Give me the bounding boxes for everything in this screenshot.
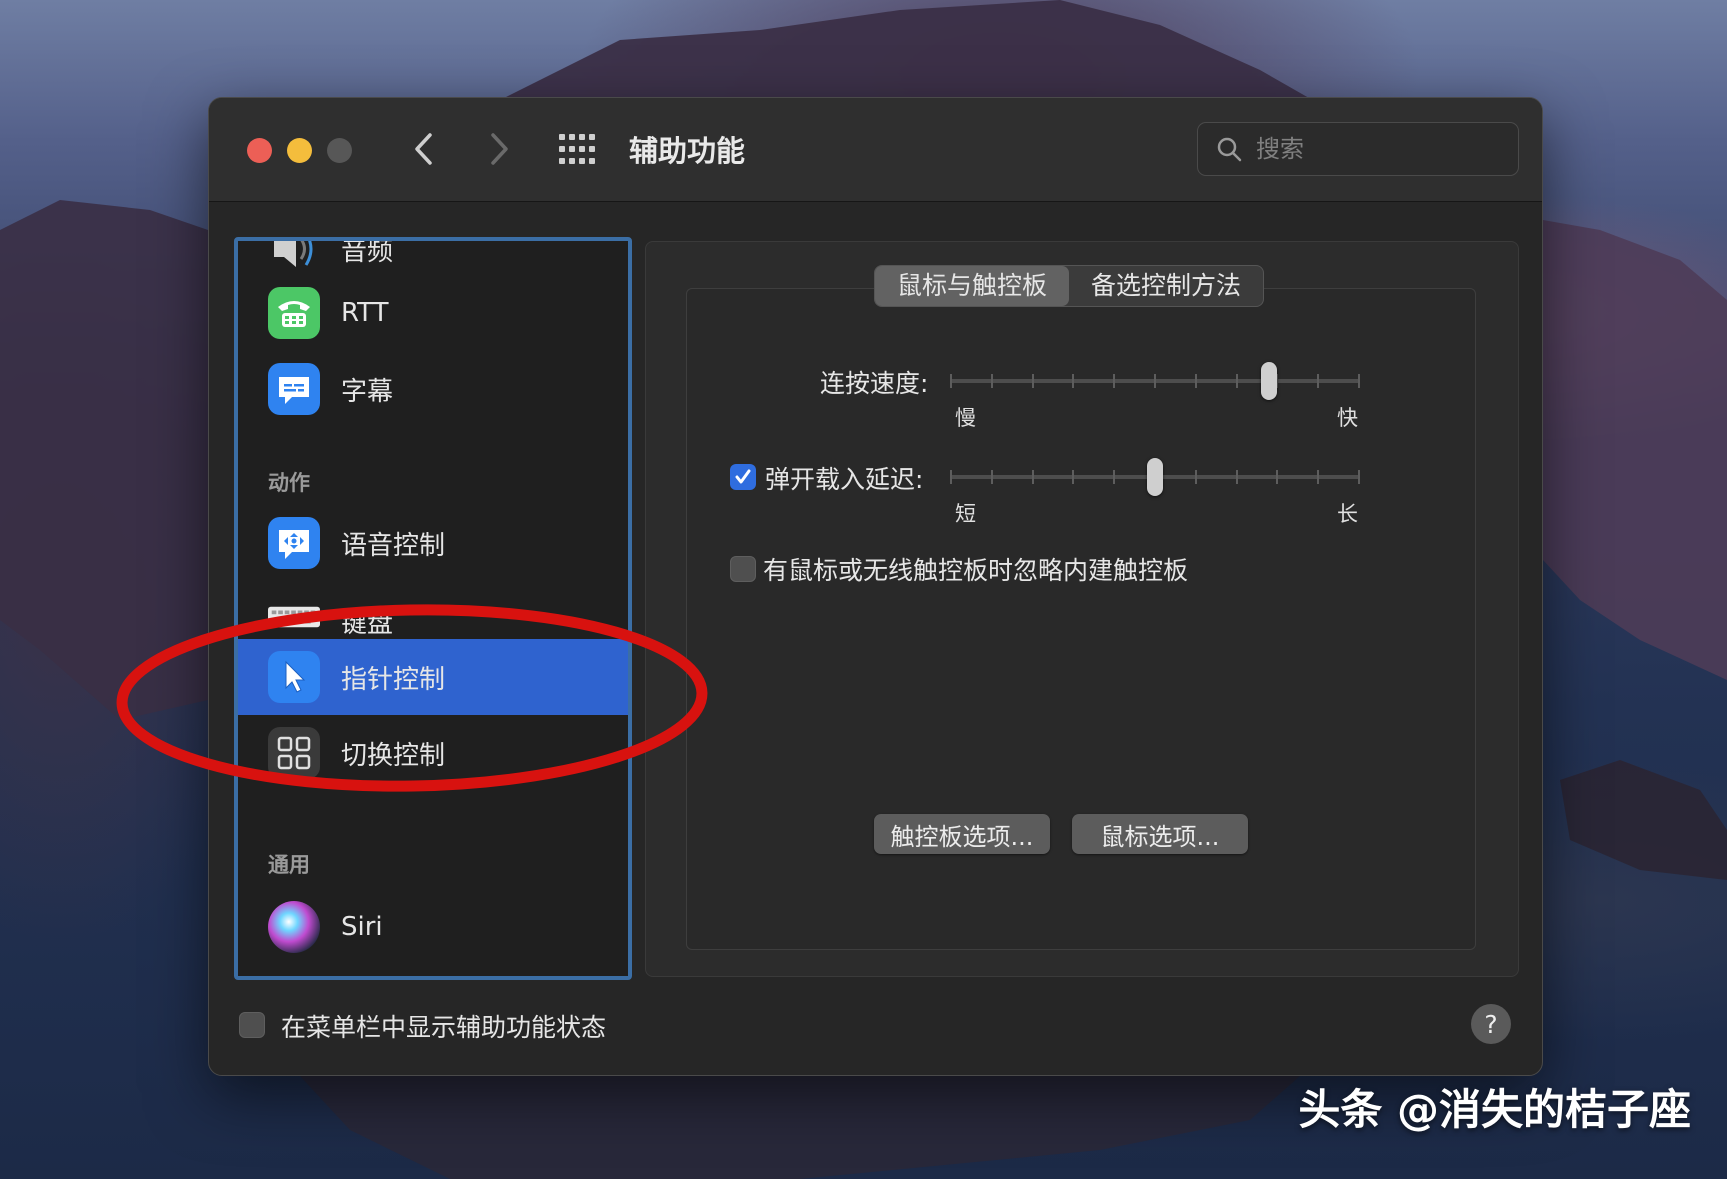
sidebar-item-label: 字幕	[341, 376, 394, 407]
double-click-speed-slider[interactable]	[950, 362, 1360, 400]
close-window-button[interactable]	[247, 138, 272, 163]
slider-tick	[1358, 374, 1360, 388]
pointer-control-pane: 鼠标与触控板 备选控制方法 连按速度: 慢 快 弹开载入延迟: 短 长 有鼠标或…	[645, 241, 1519, 977]
ignore-trackpad-label: 有鼠标或无线触控板时忽略内建触控板	[763, 556, 1189, 585]
slider-tick	[1194, 470, 1197, 484]
mouse-options-button[interactable]: 鼠标选项...	[1072, 814, 1248, 854]
sidebar-item-label: 音频	[341, 237, 394, 267]
accessibility-sidebar[interactable]: 音频 RTT 字幕 动作 语音控制 键盘 指针控制 切换控制 通用 Siri	[234, 237, 632, 980]
spring-loading-checkbox[interactable]	[730, 464, 756, 490]
slider-tick	[1031, 470, 1034, 484]
sidebar-item-siri[interactable]: Siri	[238, 889, 628, 965]
grid-icon	[559, 134, 595, 164]
search-icon	[1217, 137, 1242, 162]
slider-thumb[interactable]	[1261, 362, 1278, 400]
slider-tick	[1317, 374, 1320, 388]
back-button[interactable]	[404, 129, 444, 169]
slider-tick	[1072, 470, 1075, 484]
help-button[interactable]: ?	[1471, 1004, 1511, 1044]
window-title: 辅助功能	[629, 134, 746, 168]
slider-tick	[1194, 374, 1197, 388]
slider-tick	[1113, 374, 1116, 388]
double-click-speed-label: 连按速度:	[820, 369, 929, 398]
segmented-tabs: 鼠标与触控板 备选控制方法	[874, 265, 1265, 307]
sidebar-item-keyboard[interactable]: 键盘	[238, 577, 628, 639]
spring-loading-slider[interactable]	[950, 458, 1360, 496]
switch-control-icon	[268, 727, 320, 779]
sidebar-item-pointer-control[interactable]: 指针控制	[238, 639, 628, 715]
zoom-window-button[interactable]	[327, 138, 352, 163]
tab-alternate-control[interactable]: 备选控制方法	[1069, 266, 1263, 306]
slider-tick	[1031, 374, 1034, 388]
slow-label: 慢	[955, 406, 976, 430]
slider-thumb[interactable]	[1147, 458, 1163, 496]
sidebar-item-label: RTT	[341, 298, 389, 328]
sidebar-item-label: Siri	[341, 912, 383, 942]
sidebar-item-label: 键盘	[341, 609, 394, 639]
fast-label: 快	[1337, 406, 1358, 430]
sidebar-item-label: 语音控制	[341, 530, 446, 561]
section-header-motor: 动作	[268, 471, 310, 495]
show-status-in-menubar-label: 在菜单栏中显示辅助功能状态	[281, 1013, 607, 1042]
spring-loading-label: 弹开载入延迟:	[765, 465, 924, 494]
slider-tick	[1276, 470, 1279, 484]
keyboard-icon	[268, 591, 320, 639]
show-all-grid-button[interactable]	[559, 134, 595, 164]
slider-tick	[1317, 470, 1320, 484]
trackpad-options-button[interactable]: 触控板选项...	[874, 814, 1050, 854]
tab-mouse-trackpad[interactable]: 鼠标与触控板	[875, 266, 1070, 306]
pointer-icon	[268, 651, 320, 703]
minimize-window-button[interactable]	[287, 138, 312, 163]
forward-button[interactable]	[479, 129, 519, 169]
rtt-phone-icon	[268, 287, 320, 339]
sidebar-item-rtt[interactable]: RTT	[238, 275, 628, 351]
sidebar-item-captions[interactable]: 字幕	[238, 351, 628, 427]
title-bar: 辅助功能	[209, 98, 1542, 202]
siri-icon	[268, 901, 320, 953]
search-field[interactable]	[1197, 122, 1519, 176]
captions-icon	[268, 363, 320, 415]
long-label: 长	[1337, 502, 1358, 526]
slider-tick	[1235, 470, 1238, 484]
sidebar-item-label: 指针控制	[341, 664, 446, 695]
show-status-in-menubar-checkbox[interactable]	[239, 1012, 265, 1038]
tab-content-box: 连按速度: 慢 快 弹开载入延迟: 短 长 有鼠标或无线触控板时忽略内建触控板 …	[686, 288, 1476, 950]
short-label: 短	[955, 502, 976, 526]
chevron-right-icon	[491, 133, 508, 165]
slider-tick	[950, 374, 952, 388]
sidebar-item-voice-control[interactable]: 语音控制	[238, 505, 628, 581]
speaker-icon	[268, 241, 320, 275]
slider-tick	[990, 470, 993, 484]
slider-tick	[1358, 470, 1360, 484]
chevron-left-icon	[415, 133, 432, 165]
section-header-general: 通用	[268, 853, 310, 877]
voice-control-icon	[268, 517, 320, 569]
system-preferences-window: 辅助功能 音频 RTT 字幕 动作	[208, 97, 1543, 1076]
slider-tick	[990, 374, 993, 388]
slider-tick	[1113, 470, 1116, 484]
ignore-trackpad-checkbox[interactable]	[730, 556, 756, 582]
sidebar-item-label: 切换控制	[341, 740, 446, 771]
slider-tick	[1072, 374, 1075, 388]
sidebar-item-switch-control[interactable]: 切换控制	[238, 715, 628, 791]
checkmark-icon	[735, 469, 751, 484]
search-input[interactable]	[1256, 135, 1496, 163]
watermark-text: 头条 @消失的桔子座	[1298, 1085, 1691, 1134]
slider-tick	[950, 470, 952, 484]
slider-tick	[1154, 374, 1156, 388]
slider-tick	[1235, 374, 1238, 388]
